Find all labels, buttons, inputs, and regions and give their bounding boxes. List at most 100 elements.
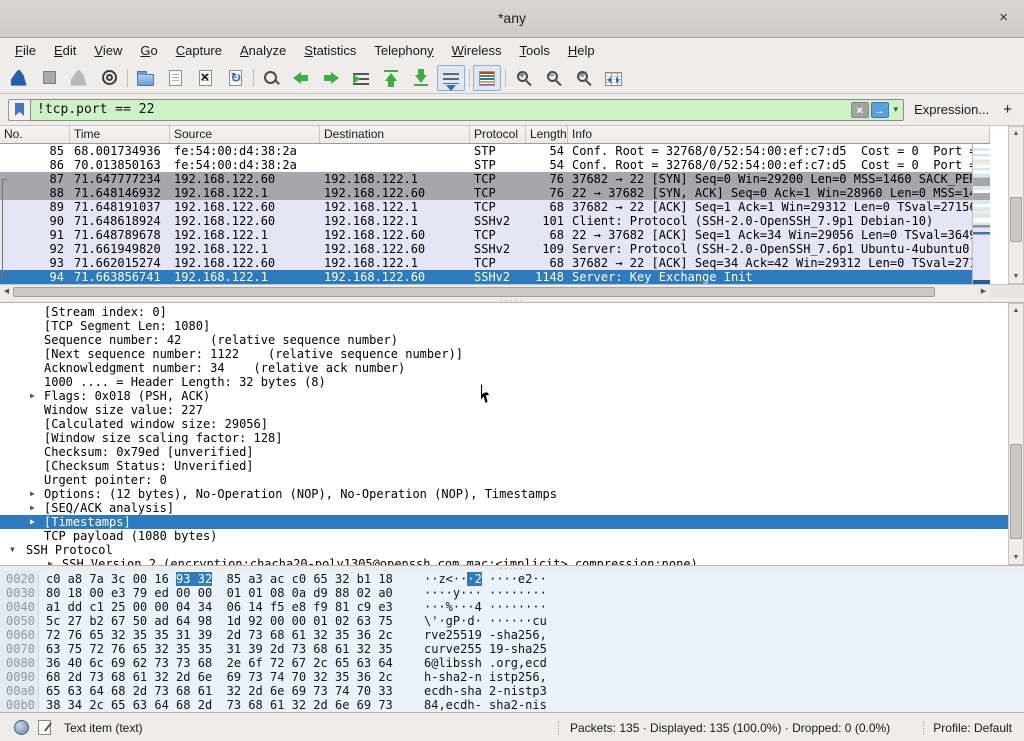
hex-bytes[interactable]: 80 18 00 e3 79 ed 00 00 01 01 08 0a d9 8… xyxy=(46,586,393,600)
expanded-arrow-icon[interactable]: ▼ xyxy=(10,543,15,557)
stop-capture-button[interactable] xyxy=(35,65,63,91)
detail-line[interactable]: ▶[SEQ/ACK analysis] xyxy=(0,501,1024,515)
scroll-down-arrow-icon[interactable]: ▼ xyxy=(1009,270,1023,283)
collapsed-arrow-icon[interactable]: ▶ xyxy=(30,501,35,515)
zoom-out-button[interactable] xyxy=(539,65,567,91)
packet-list-hscrollbar[interactable]: ◀ ▶ xyxy=(0,284,990,298)
detail-line[interactable]: [Stream index: 0] xyxy=(0,305,1024,319)
filter-add-button[interactable]: + xyxy=(1003,101,1012,118)
hex-row-00a0[interactable]: 00a065 63 64 68 2d 73 68 61 32 2d 6e 69 … xyxy=(0,684,1024,698)
go-forward-button[interactable] xyxy=(317,65,345,91)
detail-line[interactable]: Sequence number: 42 (relative sequence n… xyxy=(0,333,1024,347)
hex-bytes[interactable]: 5c 27 b2 67 50 ad 64 98 1d 92 00 00 01 0… xyxy=(46,614,393,628)
packet-row-94[interactable]: 9471.663856741192.168.122.1192.168.122.6… xyxy=(0,270,990,284)
hex-bytes[interactable]: 63 75 72 76 65 32 35 35 31 39 2d 73 68 6… xyxy=(46,642,393,656)
capture-comment-icon[interactable] xyxy=(38,720,51,735)
hex-row-0070[interactable]: 007063 75 72 76 65 32 35 35 31 39 2d 73 … xyxy=(0,642,1024,656)
packet-row-85[interactable]: 8568.001734936fe:54:00:d4:38:2aSTP54Conf… xyxy=(0,144,990,158)
expert-info-icon[interactable] xyxy=(14,720,29,735)
ascii-bytes[interactable]: ···%···4 ········ xyxy=(424,600,547,614)
menu-file[interactable]: File xyxy=(6,40,45,61)
packet-row-88[interactable]: 8871.648146932192.168.122.1192.168.122.6… xyxy=(0,186,990,200)
hex-bytes[interactable]: 68 2d 73 68 61 32 2d 6e 69 73 74 70 32 3… xyxy=(46,670,393,684)
hex-row-0060[interactable]: 006072 76 65 32 35 35 31 39 2d 73 68 61 … xyxy=(0,628,1024,642)
scroll-down-arrow-icon[interactable]: ▼ xyxy=(1009,551,1023,564)
column-header-time[interactable]: Time xyxy=(70,126,170,144)
zoom-reset-button[interactable] xyxy=(569,65,597,91)
ascii-bytes[interactable]: 84,ecdh- sha2-nis xyxy=(424,698,547,712)
hex-row-0090[interactable]: 009068 2d 73 68 61 32 2d 6e 69 73 74 70 … xyxy=(0,670,1024,684)
hex-bytes[interactable]: 36 40 6c 69 62 73 73 68 2e 6f 72 67 2c 6… xyxy=(46,656,393,670)
go-first-button[interactable] xyxy=(377,65,405,91)
column-header-protocol[interactable]: Protocol xyxy=(470,126,526,144)
filter-input[interactable]: !tcp.port == 22 × → ▾ xyxy=(30,99,904,121)
filter-bookmark-button[interactable] xyxy=(8,99,30,121)
detail-line[interactable]: [TCP Segment Len: 1080] xyxy=(0,319,1024,333)
scroll-right-arrow-icon[interactable]: ▶ xyxy=(977,286,990,298)
hex-bytes[interactable]: c0 a8 7a 3c 00 16 93 32 85 a3 ac c0 65 3… xyxy=(46,572,393,586)
detail-line[interactable]: Urgent pointer: 0 xyxy=(0,473,1024,487)
hex-row-0040[interactable]: 0040a1 dd c1 25 00 00 04 34 06 14 f5 e8 … xyxy=(0,600,1024,614)
restart-capture-button[interactable] xyxy=(65,65,93,91)
ascii-bytes[interactable]: \'·gP·d· ······cu xyxy=(424,614,547,628)
ascii-bytes[interactable]: ··z<···2 ····e2·· xyxy=(424,572,547,586)
hex-row-0020[interactable]: 0020c0 a8 7a 3c 00 16 93 32 85 a3 ac c0 … xyxy=(0,572,1024,586)
go-back-button[interactable] xyxy=(287,65,315,91)
menu-help[interactable]: Help xyxy=(559,40,604,61)
packet-list-hscroll-thumb[interactable] xyxy=(13,287,935,297)
details-vscrollbar[interactable]: ▲ ▼ xyxy=(1008,303,1024,565)
menu-analyze[interactable]: Analyze xyxy=(231,40,295,61)
ascii-bytes[interactable]: rve25519 -sha256, xyxy=(424,628,547,642)
detail-line[interactable]: [Window size scaling factor: 128] xyxy=(0,431,1024,445)
detail-line[interactable]: Window size value: 227 xyxy=(0,403,1024,417)
column-header-length[interactable]: Length xyxy=(526,126,568,144)
menu-view[interactable]: View xyxy=(85,40,131,61)
scroll-up-arrow-icon[interactable]: ▲ xyxy=(1009,304,1023,317)
packet-row-89[interactable]: 8971.648191037192.168.122.60192.168.122.… xyxy=(0,200,990,214)
collapsed-arrow-icon[interactable]: ▶ xyxy=(30,515,35,529)
intelligent-scrollbar-minimap[interactable] xyxy=(972,144,990,284)
open-file-button[interactable] xyxy=(131,65,159,91)
menu-capture[interactable]: Capture xyxy=(167,40,231,61)
capture-options-button[interactable] xyxy=(95,65,123,91)
filter-clear-button[interactable]: × xyxy=(851,102,869,118)
hex-bytes[interactable]: a1 dd c1 25 00 00 04 34 06 14 f5 e8 f9 8… xyxy=(46,600,393,614)
ascii-bytes[interactable]: curve255 19-sha25 xyxy=(424,642,547,656)
menu-wireless[interactable]: Wireless xyxy=(443,40,511,61)
filter-dropdown-caret[interactable]: ▾ xyxy=(891,104,904,115)
packet-row-87[interactable]: 8771.647777234192.168.122.60192.168.122.… xyxy=(0,172,990,186)
hex-bytes[interactable]: 72 76 65 32 35 35 31 39 2d 73 68 61 32 3… xyxy=(46,628,393,642)
save-file-button[interactable] xyxy=(161,65,189,91)
ascii-bytes[interactable]: ecdh-sha 2-nistp3 xyxy=(424,684,547,698)
packet-row-93[interactable]: 9371.662015274192.168.122.60192.168.122.… xyxy=(0,256,990,270)
hex-bytes[interactable]: 65 63 64 68 2d 73 68 61 32 2d 6e 69 73 7… xyxy=(46,684,393,698)
scroll-up-arrow-icon[interactable]: ▲ xyxy=(1009,127,1023,140)
reload-file-button[interactable] xyxy=(221,65,249,91)
detail-line[interactable]: [Next sequence number: 1122 (relative se… xyxy=(0,347,1024,361)
detail-line[interactable]: ▶[Timestamps] xyxy=(0,515,1024,529)
status-profile[interactable]: Profile: Default xyxy=(933,721,1012,735)
close-button[interactable]: × xyxy=(995,9,1012,26)
column-header-no[interactable]: No. xyxy=(0,126,70,144)
go-last-button[interactable] xyxy=(407,65,435,91)
packet-list-vscrollbar[interactable]: ▲ ▼ xyxy=(1008,126,1024,284)
detail-line[interactable]: ▼SSH Protocol xyxy=(0,543,1024,557)
packet-row-92[interactable]: 9271.661949820192.168.122.1192.168.122.6… xyxy=(0,242,990,256)
ascii-bytes[interactable]: 6@libssh .org,ecd xyxy=(424,656,547,670)
detail-line[interactable]: Acknowledgment number: 34 (relative ack … xyxy=(0,361,1024,375)
close-file-button[interactable] xyxy=(191,65,219,91)
hex-row-0030[interactable]: 003080 18 00 e3 79 ed 00 00 01 01 08 0a … xyxy=(0,586,1024,600)
packet-row-86[interactable]: 8670.013850163fe:54:00:d4:38:2aSTP54Conf… xyxy=(0,158,990,172)
detail-line[interactable]: ▶Flags: 0x018 (PSH, ACK) xyxy=(0,389,1024,403)
detail-line[interactable]: Checksum: 0x79ed [unverified] xyxy=(0,445,1024,459)
filter-apply-button[interactable]: → xyxy=(871,102,889,118)
auto-scroll-button[interactable] xyxy=(437,65,465,91)
go-to-packet-button[interactable] xyxy=(347,65,375,91)
column-header-destination[interactable]: Destination xyxy=(320,126,470,144)
colorize-button[interactable] xyxy=(473,65,501,91)
column-header-info[interactable]: Info xyxy=(568,126,990,144)
packet-row-91[interactable]: 9171.648789678192.168.122.1192.168.122.6… xyxy=(0,228,990,242)
details-vscroll-thumb[interactable] xyxy=(1010,444,1022,539)
resize-columns-button[interactable] xyxy=(599,65,627,91)
menu-statistics[interactable]: Statistics xyxy=(295,40,365,61)
